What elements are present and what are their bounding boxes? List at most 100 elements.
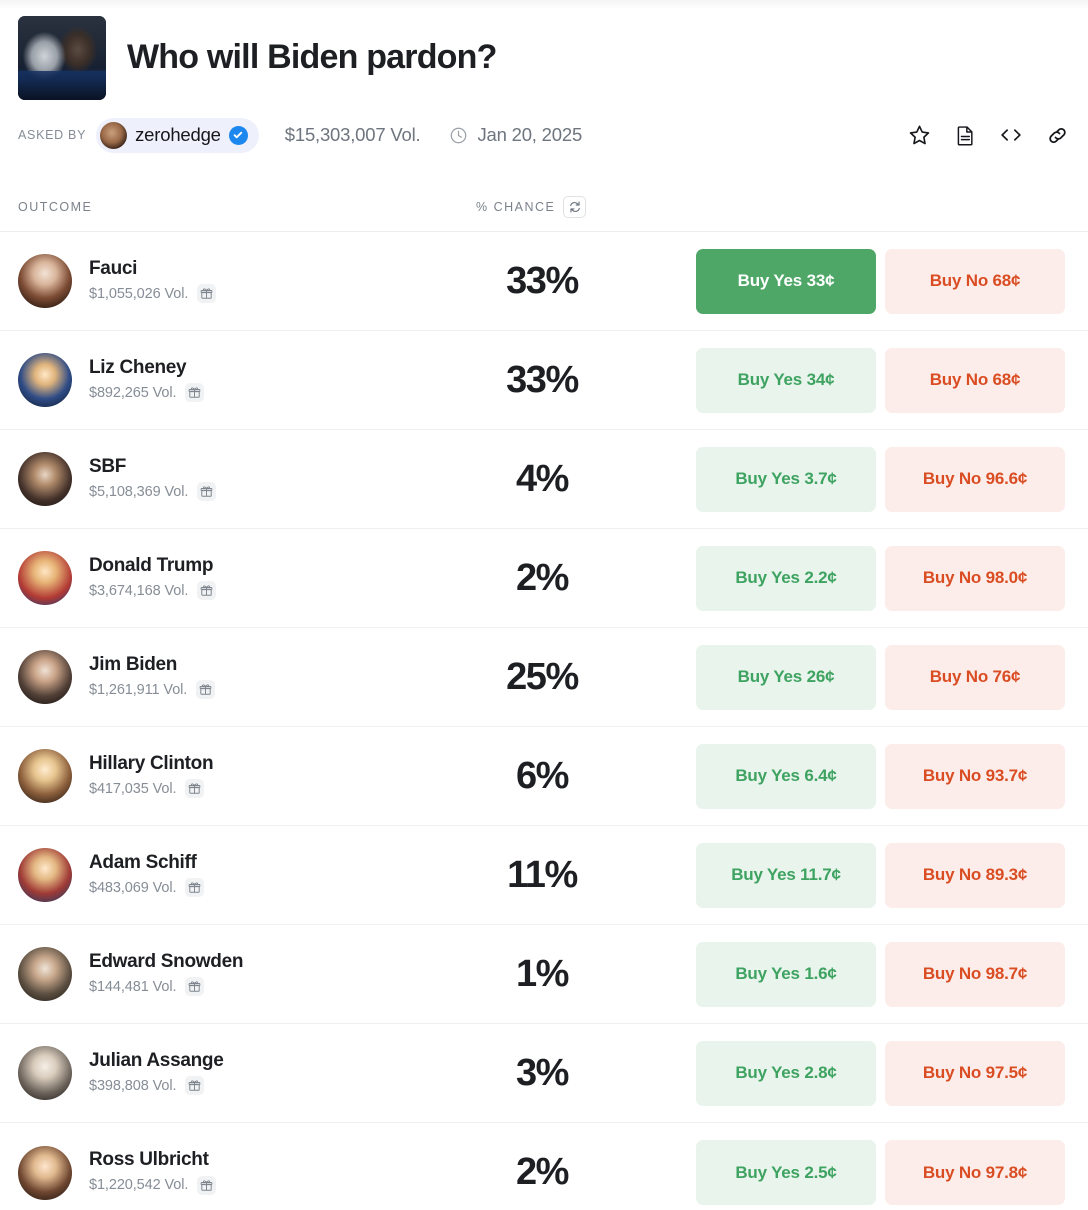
buy-no-button[interactable]: Buy No 98.7¢ — [885, 941, 1065, 1007]
table-header: OUTCOME % CHANCE — [0, 182, 1088, 232]
buy-yes-button[interactable]: Buy Yes 2.2¢ — [696, 545, 876, 611]
outcome-name: Adam Schiff — [89, 851, 197, 873]
buy-no-button[interactable]: Buy No 93.7¢ — [885, 743, 1065, 809]
embed-code-icon[interactable] — [998, 122, 1024, 148]
gift-icon[interactable] — [197, 1175, 217, 1195]
trade-buttons: Buy Yes 2.5¢ Buy No 97.8¢ — [696, 1140, 1065, 1205]
outcome-text: Adam Schiff $483,069 Vol. — [89, 851, 205, 898]
biden-hunter-photo — [18, 16, 106, 100]
buy-yes-button[interactable]: Buy Yes 2.5¢ — [696, 1140, 876, 1205]
outcome-cell[interactable]: Hillary Clinton $417,035 Vol. — [18, 749, 438, 803]
buy-yes-button[interactable]: Buy Yes 26¢ — [696, 644, 876, 710]
outcome-cell[interactable]: Julian Assange $398,808 Vol. — [18, 1046, 438, 1100]
outcome-subline: $144,481 Vol. — [89, 977, 243, 997]
buy-no-button[interactable]: Buy No 89.3¢ — [885, 842, 1065, 908]
buy-no-button[interactable]: Buy No 98.0¢ — [885, 545, 1065, 611]
outcome-text: Hillary Clinton $417,035 Vol. — [89, 753, 214, 799]
outcome-volume: $3,674,168 Vol. — [89, 582, 189, 599]
outcome-cell[interactable]: SBF $5,108,369 Vol. — [18, 452, 438, 506]
avatar — [18, 254, 72, 308]
avatar — [18, 749, 72, 803]
gift-icon[interactable] — [185, 977, 205, 997]
market-thumbnail — [18, 16, 106, 100]
table-row[interactable]: Julian Assange $398,808 Vol. 3% Buy Yes 2.8… — [0, 1024, 1088, 1123]
trade-buttons: Buy Yes 34¢ Buy No 68¢ — [696, 347, 1065, 413]
buy-no-button[interactable]: Buy No 68¢ — [885, 347, 1065, 413]
chance-percent: 6% — [515, 754, 570, 797]
table-row[interactable]: Hillary Clinton $417,035 Vol. 6% Buy Yes 6.… — [0, 727, 1088, 826]
table-row[interactable]: Edward Snowden $144,481 Vol. 1% Buy Yes 1.6… — [0, 925, 1088, 1024]
author-name: zerohedge — [135, 124, 221, 145]
outcome-text: Liz Cheney $892,265 Vol. — [89, 356, 205, 403]
buy-yes-button[interactable]: Buy Yes 6.4¢ — [696, 743, 876, 809]
outcome-subline: $483,069 Vol. — [89, 878, 205, 898]
table-row[interactable]: Jim Biden $1,261,911 Vol. 25% Buy Yes 26¢ Bu… — [0, 628, 1088, 727]
outcome-subline: $398,808 Vol. — [89, 1076, 223, 1096]
clock-icon — [451, 127, 467, 143]
chance-percent: 3% — [515, 1051, 570, 1094]
outcome-name: SBF — [89, 455, 127, 477]
market-volume: $15,303,007 Vol. — [284, 124, 421, 145]
header-action-icons — [906, 122, 1070, 148]
table-row[interactable]: Fauci $1,055,026 Vol. 33% Buy Yes 33¢ Buy No… — [0, 232, 1088, 331]
outcome-text: Edward Snowden $144,481 Vol. — [89, 951, 243, 997]
outcome-cell[interactable]: Ross Ulbricht $1,220,542 Vol. — [18, 1145, 438, 1200]
share-link-icon[interactable] — [1044, 122, 1070, 148]
asked-by-label: ASKED BY — [18, 128, 87, 142]
outcome-text: Jim Biden $1,261,911 Vol. — [89, 654, 216, 700]
outcome-name: Liz Cheney — [89, 356, 187, 378]
buy-yes-button[interactable]: Buy Yes 3.7¢ — [696, 446, 876, 512]
outcome-volume: $144,481 Vol. — [89, 978, 177, 995]
buy-yes-button[interactable]: Buy Yes 1.6¢ — [696, 941, 876, 1007]
gift-icon[interactable] — [185, 878, 205, 898]
end-date-text: Jan 20, 2025 — [477, 124, 583, 145]
outcome-cell[interactable]: Liz Cheney $892,265 Vol. — [18, 353, 438, 407]
gift-icon[interactable] — [196, 680, 216, 700]
trade-buttons: Buy Yes 1.6¢ Buy No 98.7¢ — [696, 941, 1065, 1007]
rules-document-icon[interactable] — [952, 122, 978, 148]
outcome-cell[interactable]: Jim Biden $1,261,911 Vol. — [18, 650, 438, 704]
chance-percent: 33% — [506, 358, 579, 401]
gift-icon[interactable] — [185, 383, 205, 403]
title-row: Who will Biden pardon? — [18, 16, 1070, 100]
outcome-volume: $5,108,369 Vol. — [89, 483, 189, 500]
chance-percent: 2% — [515, 1151, 570, 1193]
gift-icon[interactable] — [197, 581, 217, 601]
outcome-text: Fauci $1,055,026 Vol. — [89, 258, 217, 304]
buy-no-button[interactable]: Buy No 76¢ — [885, 644, 1065, 710]
gift-icon[interactable] — [185, 1076, 205, 1096]
outcome-cell[interactable]: Adam Schiff $483,069 Vol. — [18, 848, 438, 902]
outcome-cell[interactable]: Donald Trump $3,674,168 Vol. — [18, 551, 438, 605]
buy-yes-button[interactable]: Buy Yes 34¢ — [696, 347, 876, 413]
trade-buttons: Buy Yes 33¢ Buy No 68¢ — [696, 248, 1065, 314]
table-row[interactable]: SBF $5,108,369 Vol. 4% Buy Yes 3.7¢ Buy No 9… — [0, 430, 1088, 529]
chance-percent: 33% — [506, 259, 579, 302]
table-row[interactable]: Liz Cheney $892,265 Vol. 33% Buy Yes 34¢ Buy… — [0, 331, 1088, 430]
outcome-text: Julian Assange $398,808 Vol. — [89, 1050, 224, 1096]
buy-no-button[interactable]: Buy No 97.8¢ — [885, 1140, 1065, 1205]
column-header-chance: % CHANCE — [476, 195, 587, 218]
swap-refresh-icon[interactable] — [563, 195, 587, 218]
table-row[interactable]: Adam Schiff $483,069 Vol. 11% Buy Yes 11.7¢… — [0, 826, 1088, 925]
buy-yes-button[interactable]: Buy Yes 2.8¢ — [696, 1040, 876, 1106]
outcome-volume: $417,035 Vol. — [89, 780, 177, 797]
gift-icon[interactable] — [185, 779, 205, 799]
buy-yes-button[interactable]: Buy Yes 33¢ — [696, 248, 876, 314]
gift-icon[interactable] — [197, 284, 217, 304]
buy-no-button[interactable]: Buy No 97.5¢ — [885, 1040, 1065, 1106]
author-pill[interactable]: zerohedge — [96, 117, 259, 153]
avatar — [100, 121, 128, 149]
gift-icon[interactable] — [197, 482, 217, 502]
chance-percent: 2% — [515, 556, 570, 599]
outcome-subline: $417,035 Vol. — [89, 779, 213, 799]
buy-no-button[interactable]: Buy No 96.6¢ — [885, 446, 1065, 512]
buy-no-button[interactable]: Buy No 68¢ — [885, 248, 1065, 314]
table-row[interactable]: Donald Trump $3,674,168 Vol. 2% Buy Yes 2.2… — [0, 529, 1088, 628]
buy-yes-button[interactable]: Buy Yes 11.7¢ — [696, 842, 876, 908]
table-row[interactable]: Ross Ulbricht $1,220,542 Vol. 2% Buy Yes 2.… — [0, 1123, 1088, 1210]
outcome-subline: $1,261,911 Vol. — [89, 680, 216, 700]
bookmark-star-icon[interactable] — [906, 122, 932, 148]
outcome-cell[interactable]: Edward Snowden $144,481 Vol. — [18, 947, 438, 1001]
outcome-cell[interactable]: Fauci $1,055,026 Vol. — [18, 254, 438, 308]
avatar — [18, 947, 72, 1001]
